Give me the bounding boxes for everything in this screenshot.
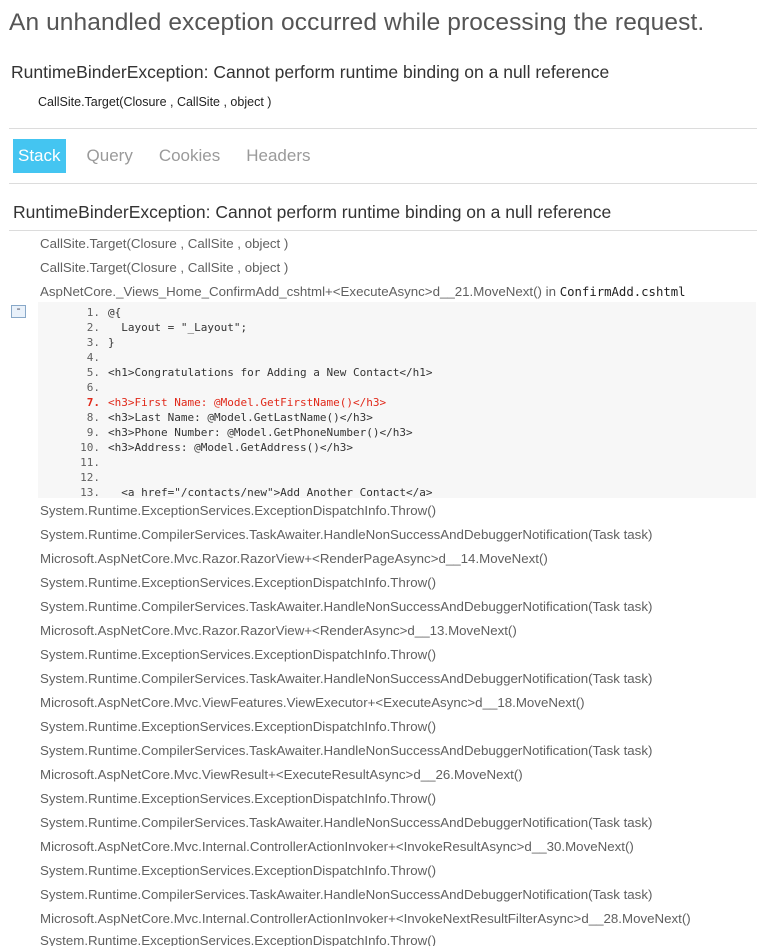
stack-frame: CallSite.Target(Closure , CallSite , obj…	[40, 260, 289, 275]
stack-frame: System.Runtime.CompilerServices.TaskAwai…	[40, 599, 653, 614]
line-number: 9.	[86, 426, 100, 439]
stack-frame: System.Runtime.CompilerServices.TaskAwai…	[40, 743, 653, 758]
line-number: 3.	[86, 336, 100, 349]
tab-query[interactable]: Query	[82, 139, 138, 173]
stack-frame: System.Runtime.CompilerServices.TaskAwai…	[40, 815, 653, 830]
page-title: An unhandled exception occurred while pr…	[9, 9, 705, 36]
line-code: <h3>First Name: @Model.GetFirstName()</h…	[108, 396, 387, 409]
stack-frame: Microsoft.AspNetCore.Mvc.Razor.RazorView…	[40, 551, 548, 566]
line-number: 2.	[86, 321, 100, 334]
collapse-source-button[interactable]: -	[11, 305, 26, 318]
source-line: 10. <h3>Address: @Model.GetAddress()</h3>	[38, 440, 353, 455]
stack-frame: Microsoft.AspNetCore.Mvc.Razor.RazorView…	[40, 623, 517, 638]
stack-frame: Microsoft.AspNetCore.Mvc.Internal.Contro…	[40, 839, 634, 854]
source-line: 11.	[38, 455, 108, 470]
line-code: @{	[108, 306, 122, 319]
stack-frame: System.Runtime.CompilerServices.TaskAwai…	[40, 671, 653, 686]
line-number: 7.	[86, 396, 100, 409]
source-line: 8. <h3>Last Name: @Model.GetLastName()</h…	[38, 410, 373, 425]
source-line: 2. Layout = "_Layout";	[38, 320, 247, 335]
stack-frame: Microsoft.AspNetCore.Mvc.ViewResult+<Exe…	[40, 767, 523, 782]
tab-stack[interactable]: Stack	[13, 139, 66, 173]
stack-frame: Microsoft.AspNetCore.Mvc.ViewFeatures.Vi…	[40, 695, 585, 710]
divider	[9, 183, 757, 184]
line-number: 5.	[86, 366, 100, 379]
stack-exception-title: RuntimeBinderException: Cannot perform r…	[13, 202, 612, 222]
divider	[9, 230, 757, 231]
line-code: <h3>Address: @Model.GetAddress()</h3>	[108, 441, 354, 454]
stack-frame: System.Runtime.CompilerServices.TaskAwai…	[40, 887, 653, 902]
stack-frame: Microsoft.AspNetCore.Mvc.Internal.Contro…	[40, 911, 691, 926]
source-line: 4.	[38, 350, 108, 365]
stack-frame: System.Runtime.ExceptionServices.Excepti…	[40, 863, 437, 878]
stack-frame: System.Runtime.ExceptionServices.Excepti…	[40, 503, 437, 518]
divider	[9, 128, 757, 129]
stack-frame-method: AspNetCore._Views_Home_ConfirmAdd_cshtml…	[40, 284, 560, 299]
source-line: 9. <h3>Phone Number: @Model.GetPhoneNumbe…	[38, 425, 413, 440]
line-code: Layout = "_Layout";	[108, 321, 248, 334]
line-code: <a href="/contacts/new">Add Another Cont…	[108, 486, 433, 498]
line-number: 8.	[86, 411, 100, 424]
stack-frame: System.Runtime.ExceptionServices.Excepti…	[40, 791, 437, 806]
stack-frame: System.Runtime.CompilerServices.TaskAwai…	[40, 527, 653, 542]
tab-cookies[interactable]: Cookies	[154, 139, 225, 173]
source-line: 6.	[38, 380, 108, 395]
line-number: 13.	[80, 486, 100, 498]
stack-frame-with-source: AspNetCore._Views_Home_ConfirmAdd_cshtml…	[40, 280, 686, 304]
source-code-block: 1. @{ 2. Layout = "_Layout"; 3.} 4. 5. <h1…	[38, 302, 756, 498]
error-location: CallSite.Target(Closure , CallSite , obj…	[38, 95, 272, 109]
error-message: RuntimeBinderException: Cannot perform r…	[11, 62, 610, 82]
source-line: 1. @{	[38, 305, 122, 320]
line-number: 1.	[86, 306, 100, 319]
line-number: 12.	[80, 471, 100, 484]
stack-frame: System.Runtime.ExceptionServices.Excepti…	[40, 647, 437, 662]
line-code: <h3>Phone Number: @Model.GetPhoneNumber(…	[108, 426, 413, 439]
stack-frame: System.Runtime.ExceptionServices.Excepti…	[40, 933, 437, 946]
line-code: }	[108, 336, 115, 349]
source-line: 12.	[38, 470, 108, 485]
source-file-name: ConfirmAdd.cshtml	[559, 285, 686, 299]
source-line: 3.}	[38, 335, 115, 350]
stack-frame: System.Runtime.ExceptionServices.Excepti…	[40, 575, 437, 590]
source-line: 13. <a href="/contacts/new">Add Another …	[38, 485, 433, 498]
line-code: <h1>Congratulations for Adding a New Con…	[108, 366, 433, 379]
line-number: 11.	[80, 456, 100, 469]
stack-frame: System.Runtime.ExceptionServices.Excepti…	[40, 719, 437, 734]
tab-headers[interactable]: Headers	[241, 139, 315, 173]
source-line: 5. <h1>Congratulations for Adding a New C…	[38, 365, 433, 380]
line-code: <h3>Last Name: @Model.GetLastName()</h3>	[108, 411, 373, 424]
source-line-error: 7. <h3>First Name: @Model.GetFirstName()<…	[38, 395, 386, 410]
line-number: 6.	[86, 381, 100, 394]
line-number: 10.	[80, 441, 100, 454]
tab-bar: Stack Query Cookies Headers	[13, 139, 332, 173]
line-number: 4.	[86, 351, 100, 364]
stack-frame: CallSite.Target(Closure , CallSite , obj…	[40, 236, 289, 251]
